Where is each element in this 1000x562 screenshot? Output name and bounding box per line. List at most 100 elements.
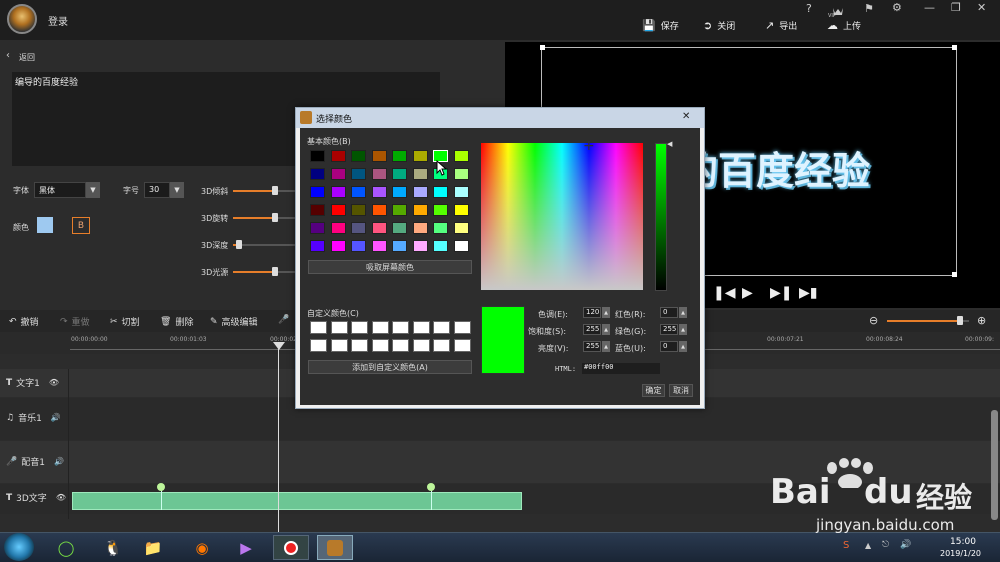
resize-handle[interactable] (952, 272, 957, 277)
minimize-icon[interactable]: — (924, 1, 935, 14)
ok-button[interactable]: 确定 (642, 384, 665, 397)
skip-end-icon[interactable]: ▶▮ (799, 285, 817, 301)
keyframe-dot[interactable] (157, 483, 165, 491)
basic-color-swatch[interactable] (371, 150, 387, 162)
custom-color-swatch[interactable] (351, 339, 368, 352)
basic-color-swatch[interactable] (351, 240, 366, 252)
app-logo[interactable] (7, 4, 37, 34)
basic-color-swatch[interactable] (392, 222, 407, 234)
saturation-input[interactable]: 255 (583, 324, 601, 335)
slider-knob[interactable] (236, 240, 242, 249)
basic-color-swatch[interactable] (351, 150, 366, 162)
custom-color-swatch[interactable] (310, 339, 327, 352)
next-frame-icon[interactable]: ▶❚ (770, 285, 793, 301)
help-icon[interactable]: ? (806, 2, 812, 15)
close-window-icon[interactable]: ✕ (977, 1, 986, 14)
hue-spin-icon[interactable]: ▲ (602, 307, 610, 318)
custom-color-swatch[interactable] (330, 321, 348, 334)
basic-color-swatch[interactable] (412, 204, 428, 216)
close-project-button[interactable]: ➲ 关闭 (703, 19, 735, 32)
taskbar-firefox-icon[interactable]: ◉ (184, 535, 220, 560)
basic-color-swatch[interactable] (330, 186, 346, 198)
advanced-edit-button[interactable]: ✎ 高级编辑 (210, 315, 258, 329)
basic-color-swatch[interactable] (351, 186, 366, 198)
tray-device-icon[interactable]: ⎋ (882, 540, 889, 550)
basic-color-swatch[interactable] (330, 168, 346, 180)
basic-color-swatch[interactable] (392, 168, 407, 180)
back-link[interactable]: 返回 (19, 52, 35, 63)
bell-icon[interactable]: ⚑ (864, 2, 874, 15)
basic-color-swatch[interactable] (412, 240, 428, 252)
bold-toggle[interactable]: B (72, 217, 90, 234)
tray-arrow-icon[interactable]: ▲ (865, 541, 871, 550)
speaker-icon[interactable]: 🔊 (54, 457, 64, 466)
record-voice-button[interactable]: 🎤 (278, 315, 289, 325)
gear-icon[interactable]: ⚙ (892, 1, 902, 14)
basic-color-swatch[interactable] (351, 222, 366, 234)
upload-button[interactable]: ☁ 上传 (827, 19, 861, 32)
playhead-marker[interactable] (273, 342, 285, 350)
custom-color-swatch[interactable] (453, 339, 471, 352)
basic-color-swatch[interactable] (392, 240, 407, 252)
custom-color-swatch[interactable] (392, 339, 409, 352)
hue-input[interactable]: 120 (583, 307, 601, 318)
taskbar-qq-icon[interactable]: 🐧 (95, 535, 131, 560)
custom-color-swatch[interactable] (433, 339, 450, 352)
basic-color-swatch[interactable] (330, 222, 346, 234)
basic-color-swatch[interactable] (310, 150, 325, 162)
cut-button[interactable]: ✂ 切割 (110, 315, 140, 329)
basic-color-swatch[interactable] (453, 204, 469, 216)
value-slider-arrow-icon[interactable]: ◀ (667, 140, 672, 148)
tray-volume-icon[interactable]: 🔊 (900, 540, 911, 550)
custom-color-swatch[interactable] (412, 321, 430, 334)
size-dropdown-icon[interactable]: ▼ (170, 182, 184, 198)
blue-spin-icon[interactable]: ▲ (679, 341, 687, 352)
taskbar-browser-icon[interactable]: ◯ (48, 535, 84, 560)
basic-color-swatch[interactable] (371, 222, 387, 234)
size-select[interactable]: 30 (144, 182, 170, 198)
basic-color-swatch[interactable] (351, 204, 366, 216)
eye-icon[interactable]: 👁 (49, 378, 59, 387)
saturation-spin-icon[interactable]: ▲ (602, 324, 610, 335)
zoom-slider-knob[interactable] (957, 316, 963, 325)
basic-color-swatch[interactable] (453, 222, 469, 234)
tray-input-icon[interactable]: S (843, 540, 849, 551)
basic-color-swatch[interactable] (330, 240, 346, 252)
slider-knob[interactable] (272, 267, 278, 276)
login-link[interactable]: 登录 (48, 13, 68, 28)
blue-input[interactable]: 0 (660, 341, 678, 352)
speaker-icon[interactable]: 🔊 (51, 413, 61, 422)
red-input[interactable]: 0 (660, 307, 678, 318)
delete-button[interactable]: 🗑 删除 (160, 315, 193, 329)
add-custom-color-button[interactable]: 添加到自定义颜色(A) (308, 360, 472, 374)
custom-color-swatch[interactable] (371, 321, 389, 334)
red-spin-icon[interactable]: ▲ (679, 307, 687, 318)
undo-button[interactable]: ↶ 撤销 (9, 315, 39, 329)
font-dropdown-icon[interactable]: ▼ (86, 182, 100, 198)
basic-color-swatch[interactable] (453, 240, 469, 252)
basic-color-swatch[interactable] (433, 240, 448, 252)
taskbar-app-icon[interactable] (317, 535, 353, 560)
basic-color-swatch[interactable] (412, 168, 428, 180)
basic-color-swatch[interactable] (310, 186, 325, 198)
basic-color-swatch[interactable] (371, 186, 387, 198)
basic-color-swatch[interactable] (330, 150, 346, 162)
taskbar-editor-icon[interactable]: ▶ (228, 535, 264, 560)
basic-color-swatch[interactable] (310, 240, 325, 252)
restore-icon[interactable]: ❐ (951, 1, 961, 14)
basic-color-swatch[interactable] (330, 204, 346, 216)
clock-date[interactable]: 2019/1/20 (940, 549, 981, 558)
basic-color-swatch[interactable] (310, 204, 325, 216)
custom-color-swatch[interactable] (392, 321, 409, 334)
back-chevron-icon[interactable]: ‹ (6, 50, 10, 61)
custom-color-swatch[interactable] (310, 321, 327, 334)
basic-color-swatch[interactable] (351, 168, 366, 180)
taskbar-folder-icon[interactable]: 📁 (135, 535, 171, 560)
basic-color-swatch[interactable] (392, 204, 407, 216)
value-input[interactable]: 255 (583, 341, 601, 352)
prev-frame-icon[interactable]: ❚◀ (713, 285, 736, 301)
custom-color-swatch[interactable] (330, 339, 348, 352)
basic-color-swatch[interactable] (412, 222, 428, 234)
basic-color-swatch[interactable] (412, 150, 428, 162)
custom-color-swatch[interactable] (453, 321, 471, 334)
